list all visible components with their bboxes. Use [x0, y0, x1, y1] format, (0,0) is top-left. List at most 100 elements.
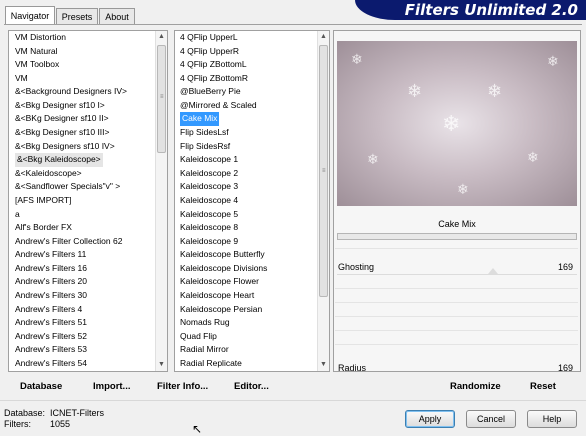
tab-presets[interactable]: Presets	[56, 8, 98, 24]
category-item[interactable]: VM Distortion	[15, 31, 127, 45]
category-item[interactable]: &<Kaleidoscope>	[15, 167, 127, 181]
filter-item[interactable]: Kaleidoscope 8	[180, 221, 267, 235]
randomize-button[interactable]: Randomize	[450, 380, 501, 394]
category-item[interactable]: &<Bkg Designer sf10 III>	[15, 126, 127, 140]
category-item[interactable]: Andrew's Filters 16	[15, 262, 127, 276]
filter-item-label: Kaleidoscope 3	[180, 181, 239, 192]
filter-item[interactable]: Kaleidoscope 5	[180, 208, 267, 222]
category-list[interactable]: VM Distortion VM Natural VM Toolbox VM &<Bac…	[8, 30, 168, 372]
filter-scrollbar[interactable]: ▲ ≡ ▼	[317, 31, 329, 371]
slider-thumb-icon[interactable]	[488, 268, 498, 274]
scroll-down-icon[interactable]: ▼	[318, 359, 329, 371]
cancel-button[interactable]: Cancel	[466, 410, 516, 428]
param-radius-label: Radius	[338, 363, 367, 373]
category-item[interactable]: Andrew's Filters 53	[15, 343, 127, 357]
category-item[interactable]: Andrew's Filters 51	[15, 316, 127, 330]
filter-item-label: Kaleidoscope 2	[180, 167, 239, 178]
filter-item[interactable]: Kaleidoscope Heart	[180, 289, 267, 303]
filter-item-label: Kaleidoscope 5	[180, 208, 239, 219]
category-item[interactable]: &<BKg Designer sf10 II>	[15, 112, 127, 126]
filter-item[interactable]: 4 QFlip ZBottomR	[180, 72, 267, 86]
filter-item[interactable]: Kaleidoscope 4	[180, 194, 267, 208]
category-item-label: VM Distortion	[15, 32, 67, 42]
category-item[interactable]: Andrew's Filters 4	[15, 303, 127, 317]
filter-item[interactable]: 4 QFlip UpperL	[180, 31, 267, 45]
filter-list[interactable]: 4 QFlip UpperL 4 QFlip UpperR 4 QFlip ZBot…	[174, 30, 330, 372]
category-item[interactable]: Andrew's Filters 54	[15, 357, 127, 371]
category-item[interactable]: Andrew's Filters 30	[15, 289, 127, 303]
snowflake-icon: ❄	[457, 181, 469, 197]
category-item[interactable]: Andrew's Filter Collection 62	[15, 235, 127, 249]
snowflake-icon: ❄	[407, 81, 423, 101]
filter-item[interactable]: Kaleidoscope Divisions	[180, 262, 267, 276]
filter-item[interactable]: @BlueBerry Pie	[180, 85, 267, 99]
filter-item[interactable]: Kaleidoscope 3	[180, 180, 267, 194]
editor-button[interactable]: Editor...	[234, 380, 269, 394]
category-item[interactable]: Andrew's Filters 20	[15, 275, 127, 289]
filter-info-button[interactable]: Filter Info...	[157, 380, 208, 394]
category-item[interactable]: Andrew's Filters 52	[15, 330, 127, 344]
reset-label: Reset	[530, 381, 556, 392]
filter-item[interactable]: Kaleidoscope Persian	[180, 303, 267, 317]
filter-item[interactable]: 4 QFlip ZBottomL	[180, 58, 267, 72]
filter-item[interactable]: Radial Replicate	[180, 357, 267, 371]
filter-item[interactable]: Flip SidesRsf	[180, 140, 267, 154]
filter-item-label: 4 QFlip ZBottomR	[180, 72, 249, 83]
scroll-down-icon[interactable]: ▼	[156, 359, 167, 371]
snowflake-icon: ❄	[487, 81, 503, 101]
param-ghosting-slider[interactable]	[337, 274, 577, 275]
database-button[interactable]: Database	[20, 380, 62, 394]
category-item[interactable]: VM	[15, 72, 127, 86]
category-scrollbar[interactable]: ▲ ≡ ▼	[155, 31, 167, 371]
category-item[interactable]: Andrew's Filters 11	[15, 248, 127, 262]
scrollbar-thumb[interactable]: ≡	[319, 45, 328, 297]
category-item[interactable]: &<Bkg Designer sf10 I>	[15, 99, 127, 113]
category-item[interactable]: [AFS IMPORT]	[15, 194, 127, 208]
category-item-label: a	[15, 208, 20, 219]
category-item-label: Andrew's Filters 51	[15, 317, 88, 328]
app-title: Filters Unlimited 2.0	[404, 1, 578, 19]
filter-item-label: 4 QFlip ZBottomL	[180, 59, 247, 70]
filter-item-label: Kaleidoscope 4	[180, 194, 239, 205]
filter-item-label: Kaleidoscope Divisions	[180, 262, 268, 273]
category-item-label: Andrew's Filters 20	[15, 276, 88, 287]
filter-item[interactable]: @Mirrored & Scaled	[180, 99, 267, 113]
category-item[interactable]: VM Natural	[15, 45, 127, 59]
scroll-up-icon[interactable]: ▲	[318, 31, 329, 43]
filter-item[interactable]: Kaleidoscope Flower	[180, 275, 267, 289]
category-item[interactable]: &<Bkg Kaleidoscope>	[15, 153, 127, 167]
category-item[interactable]: Alf's Border FX	[15, 221, 127, 235]
preview-image[interactable]: ❄ ❄ ❄ ❄ ❄ ❄ ❄ ❄	[337, 41, 577, 206]
category-item[interactable]: a	[15, 208, 127, 222]
filter-item[interactable]: Cake Mix	[180, 112, 267, 127]
help-button[interactable]: Help	[527, 410, 577, 428]
filter-item-label: Kaleidoscope 8	[180, 222, 239, 233]
category-item-label: Andrew's Filters 54	[15, 357, 88, 368]
filter-item[interactable]: Radial Mirror	[180, 343, 267, 357]
filter-item[interactable]: Kaleidoscope 9	[180, 235, 267, 249]
snowflake-icon: ❄	[351, 51, 363, 67]
tab-about[interactable]: About	[99, 8, 135, 24]
apply-button[interactable]: Apply	[405, 410, 455, 428]
reset-button[interactable]: Reset	[530, 380, 556, 394]
category-item[interactable]: &<Background Designers IV>	[15, 85, 127, 99]
grip-icon: ≡	[160, 94, 164, 100]
filter-item[interactable]: Kaleidoscope 1	[180, 153, 267, 167]
category-item[interactable]: &<Sandflower Specials"v" >	[15, 180, 127, 194]
filter-info-label: Filter Info...	[157, 381, 209, 392]
filter-item[interactable]: Quad Flip	[180, 330, 267, 344]
scroll-up-icon[interactable]: ▲	[156, 31, 167, 43]
scrollbar-thumb[interactable]: ≡	[157, 45, 166, 153]
tab-navigator[interactable]: Navigator	[5, 6, 55, 25]
filter-item[interactable]: 4 QFlip UpperR	[180, 45, 267, 59]
filter-item-label: Nomads Rug	[180, 317, 230, 328]
cursor-icon: ↖	[192, 422, 203, 436]
category-item[interactable]: VM Toolbox	[15, 58, 127, 72]
filter-item[interactable]: Flip SidesLsf	[180, 126, 267, 140]
database-label: Database	[20, 381, 63, 392]
import-button[interactable]: Import...	[93, 380, 130, 394]
filter-item[interactable]: Kaleidoscope Butterfly	[180, 248, 267, 262]
category-item[interactable]: &<Bkg Designers sf10 IV>	[15, 140, 127, 154]
filter-item[interactable]: Kaleidoscope 2	[180, 167, 267, 181]
filter-item[interactable]: Nomads Rug	[180, 316, 267, 330]
